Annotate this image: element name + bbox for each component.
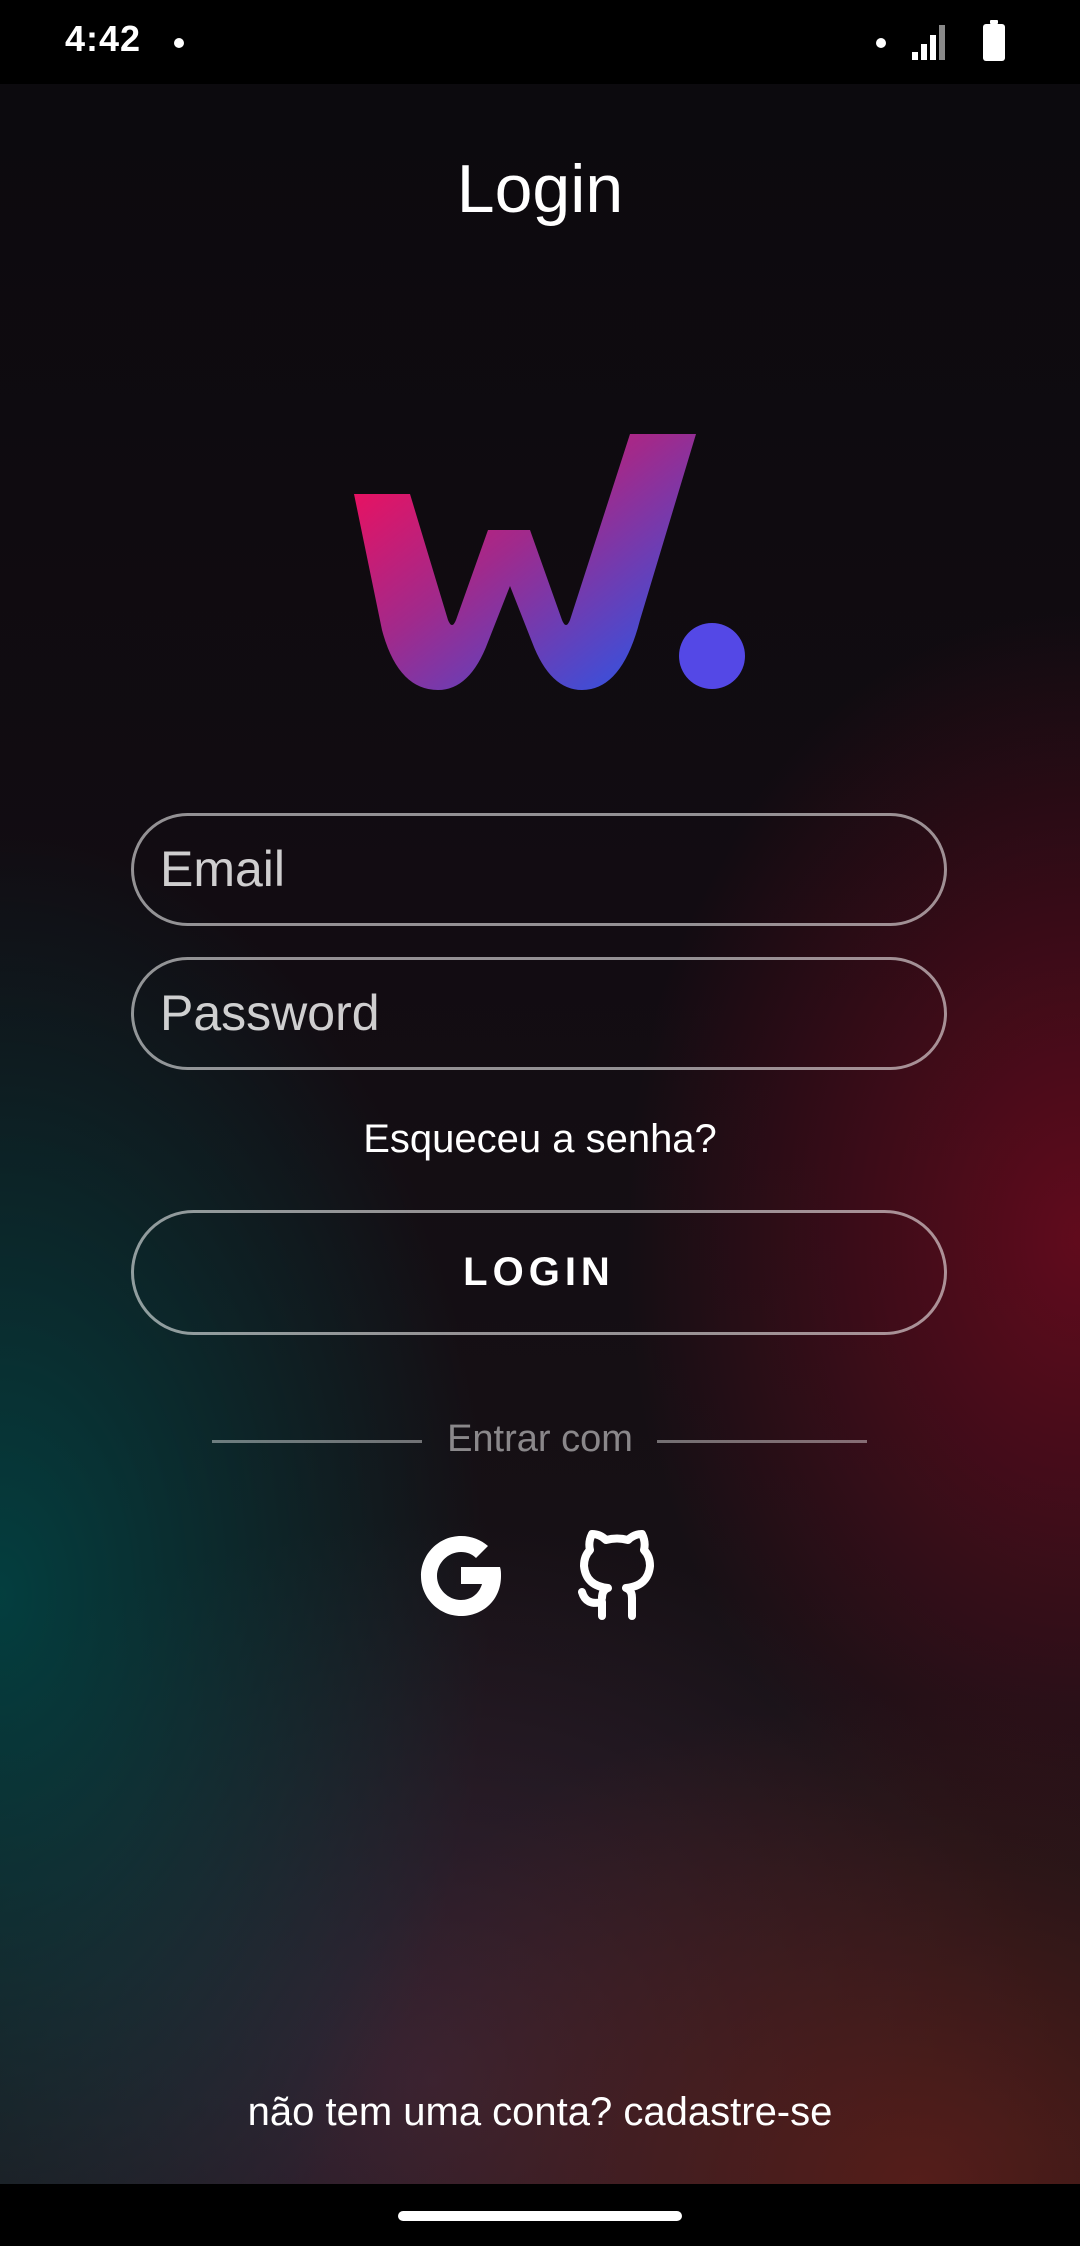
login-button[interactable]: LOGIN xyxy=(131,1210,947,1335)
forgot-password-link[interactable]: Esqueceu a senha? xyxy=(0,1117,1080,1162)
home-indicator[interactable] xyxy=(398,2211,682,2221)
email-field[interactable]: Email xyxy=(131,813,947,926)
login-screen: 4:42 Login Email Password Esqueceu a sen… xyxy=(0,0,1080,2246)
status-bar: 4:42 xyxy=(0,0,1080,84)
google-icon[interactable] xyxy=(417,1532,505,1620)
w-logo xyxy=(354,434,745,690)
signup-link[interactable]: não tem uma conta? cadastre-se xyxy=(0,2090,1080,2135)
divider-line-right xyxy=(657,1440,867,1443)
page-title: Login xyxy=(456,151,624,227)
signal-icon xyxy=(912,25,945,60)
status-time: 4:42 xyxy=(65,18,142,59)
navigation-bar xyxy=(0,2184,1080,2246)
notification-dot-icon xyxy=(174,38,184,48)
status-dot-icon xyxy=(876,38,886,48)
github-icon[interactable] xyxy=(574,1530,660,1622)
battery-icon xyxy=(983,20,1005,61)
password-field[interactable]: Password xyxy=(131,957,947,1070)
divider-label: Entrar com xyxy=(447,1418,633,1460)
